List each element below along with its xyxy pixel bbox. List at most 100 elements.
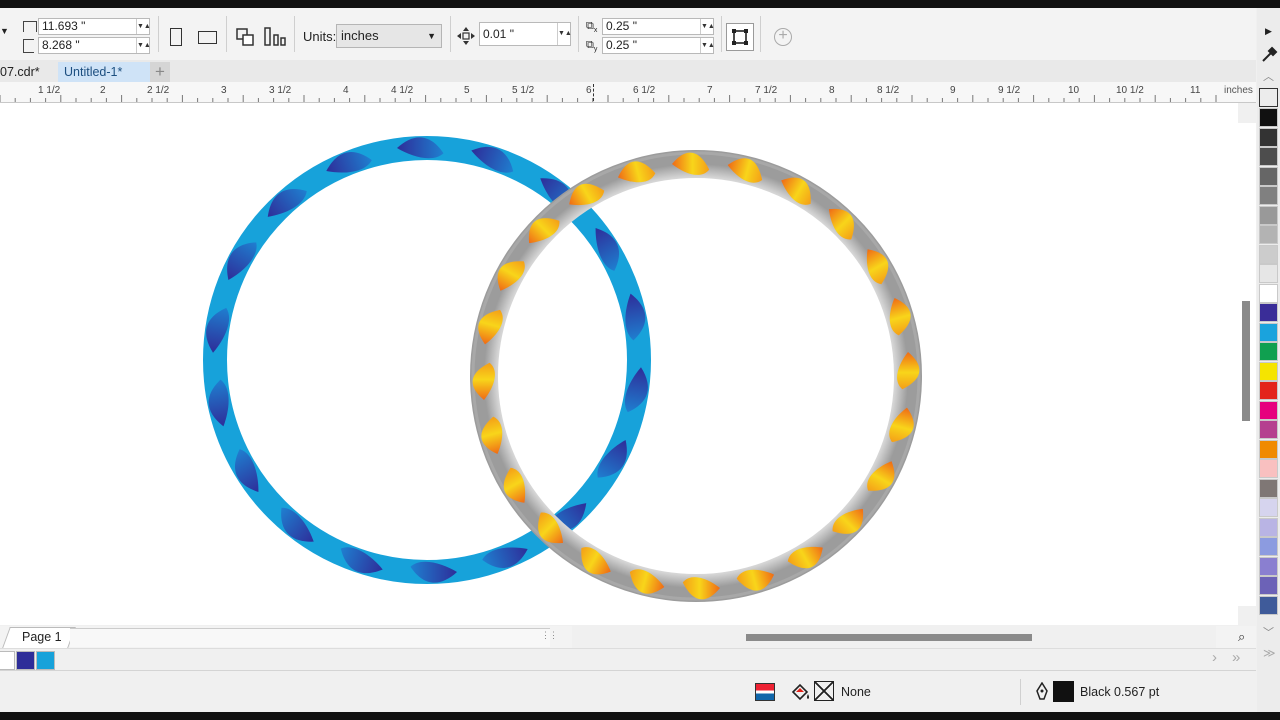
page-navigator: Page 1 ⋮⋮ ⌕: [0, 626, 1256, 648]
palette-swatch[interactable]: [1259, 166, 1278, 186]
separator: [158, 16, 159, 52]
landscape-button[interactable]: [194, 24, 220, 50]
units-select[interactable]: inches ▼: [336, 24, 442, 48]
duplicate-y-field[interactable]: 0.25 " ▼▲: [602, 37, 715, 54]
height-icon: [23, 39, 34, 53]
palette-swatch[interactable]: [1259, 576, 1278, 595]
width-spinner-icon[interactable]: ▼▲: [136, 19, 151, 34]
palette-swatch[interactable]: [1259, 439, 1278, 459]
vertical-scrollbar-thumb[interactable]: [1242, 301, 1250, 421]
palette-expand-down-icon[interactable]: ≫: [1263, 646, 1276, 660]
ruler-tick-label: 9: [950, 85, 956, 96]
portrait-icon: [170, 28, 182, 46]
dropdown-arrow-icon[interactable]: ▼: [0, 26, 10, 40]
color-palette: ▶ ︿ ﹀ ≫: [1257, 8, 1280, 712]
palette-swatch[interactable]: [1259, 225, 1278, 244]
artwork[interactable]: [0, 103, 1256, 625]
treat-as-filled-button[interactable]: [726, 23, 754, 51]
document-palette-swatch[interactable]: [16, 651, 35, 670]
palette-scroll-down-icon[interactable]: ﹀: [1263, 624, 1274, 640]
color-proof-icon[interactable]: [755, 683, 775, 701]
orange-ring[interactable]: [470, 150, 922, 602]
drawing-canvas[interactable]: [0, 103, 1256, 625]
document-palette-swatch[interactable]: [0, 651, 15, 670]
current-page-button[interactable]: [262, 24, 288, 50]
palette-swatch[interactable]: [1259, 322, 1278, 342]
plus-circle-icon: +: [774, 28, 792, 46]
cursor-guide: [593, 84, 594, 101]
palette-swatch[interactable]: [1259, 459, 1278, 478]
palette-scroll-up-icon[interactable]: ︿: [1263, 68, 1274, 84]
nudge-field[interactable]: 0.01 " ▼▲: [479, 22, 572, 46]
palette-swatch[interactable]: [1259, 186, 1278, 205]
units-value: inches: [341, 28, 379, 43]
all-pages-button[interactable]: [232, 24, 258, 50]
palette-swatch[interactable]: [1259, 498, 1278, 517]
add-button[interactable]: +: [770, 24, 796, 50]
nudge-spinner-icon[interactable]: ▼▲: [557, 23, 572, 45]
palette-swatch[interactable]: [1259, 400, 1278, 420]
scroll-corner-top: [1238, 103, 1256, 123]
ruler-tick-label: 4 1/2: [391, 85, 414, 96]
ruler-tick-label: 7 1/2: [755, 85, 778, 96]
pen-nib-icon[interactable]: [1035, 682, 1049, 702]
palette-swatch[interactable]: [1259, 147, 1278, 166]
horizontal-scrollbar-thumb[interactable]: [746, 634, 1032, 641]
resize-grip-icon[interactable]: ⋮⋮: [541, 630, 558, 641]
palette-swatch[interactable]: [1259, 205, 1278, 225]
ruler-tick-label: 8 1/2: [877, 85, 900, 96]
palette-swatch[interactable]: [1259, 303, 1278, 322]
eyedropper-icon[interactable]: [1260, 46, 1278, 64]
palette-swatch[interactable]: [1259, 595, 1278, 615]
palette-swatch[interactable]: [1259, 342, 1278, 361]
palette-swatch[interactable]: [1259, 420, 1278, 439]
palette-swatch[interactable]: [1259, 537, 1278, 556]
palette-swatch[interactable]: [1259, 381, 1278, 400]
document-palette-swatch[interactable]: [36, 651, 55, 670]
nudge-icon: [456, 26, 476, 46]
ruler-tick-label: 1 1/2: [38, 85, 61, 96]
ruler-tick-label: 11: [1190, 85, 1201, 96]
tab-untitled-1[interactable]: Untitled-1*: [58, 62, 150, 82]
separator: [721, 16, 722, 52]
duplicate-x-spinner-icon[interactable]: ▼▲: [700, 19, 715, 34]
palette-swatch[interactable]: [1259, 283, 1278, 303]
ruler-tick-label: 10 1/2: [1116, 85, 1144, 96]
width-field[interactable]: 11.693 " ▼▲: [38, 18, 151, 35]
separator: [578, 16, 579, 52]
palette-swatch[interactable]: [1259, 127, 1278, 147]
portrait-button[interactable]: [163, 24, 189, 50]
units-label: Units:: [303, 29, 337, 44]
palette-swatch[interactable]: [1259, 108, 1278, 127]
horizontal-ruler[interactable]: 1 1/2 2 2 1/2 3 3 1/2 4 4 1/2 5 5 1/2 6 6 1/2 7 7 1/…: [0, 82, 1256, 103]
new-tab-plus-icon[interactable]: +: [150, 62, 170, 82]
duplicate-y-spinner-icon[interactable]: ▼▲: [700, 38, 715, 53]
ruler-tick-label: 10: [1068, 85, 1080, 96]
palette-swatch[interactable]: [1259, 478, 1278, 498]
palette-expand-icon[interactable]: »: [1232, 649, 1240, 666]
height-field[interactable]: 8.268 " ▼▲: [38, 37, 151, 54]
palette-swatch[interactable]: [1259, 244, 1278, 264]
palette-scroll-right-icon[interactable]: ›: [1212, 649, 1217, 666]
no-fill-swatch-icon[interactable]: [814, 681, 834, 701]
palette-swatch[interactable]: [1259, 361, 1278, 381]
ruler-tick-label: 2 1/2: [147, 85, 170, 96]
ruler-tick-label: 6: [586, 85, 592, 96]
palette-swatch[interactable]: [1259, 517, 1278, 537]
palette-swatch[interactable]: [1259, 556, 1278, 576]
zoom-icon[interactable]: ⌕: [1238, 629, 1245, 645]
document-tabs: 07.cdr* Untitled-1* +: [0, 60, 1256, 82]
no-color-swatch-icon[interactable]: [1259, 88, 1278, 107]
nudge-value: 0.01 ": [483, 27, 514, 41]
ruler-tick-label: 5 1/2: [512, 85, 535, 96]
outline-color-label: Black: [1080, 685, 1111, 699]
outline-color-swatch[interactable]: [1053, 681, 1074, 702]
all-pages-icon: [236, 28, 254, 46]
palette-menu-arrow-icon[interactable]: ▶: [1265, 26, 1272, 37]
tab-07-cdr[interactable]: 07.cdr*: [0, 62, 46, 82]
palette-swatch[interactable]: [1259, 264, 1278, 283]
duplicate-x-field[interactable]: 0.25 " ▼▲: [602, 18, 715, 35]
height-spinner-icon[interactable]: ▼▲: [136, 38, 151, 53]
fill-bucket-icon[interactable]: [790, 682, 812, 702]
duplicate-x-value: 0.25 ": [606, 19, 637, 33]
